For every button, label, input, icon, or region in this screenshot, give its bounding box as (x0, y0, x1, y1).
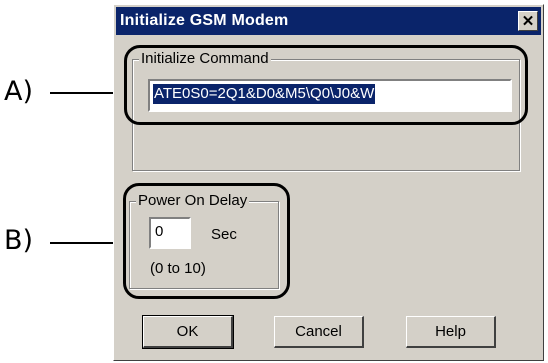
close-button[interactable]: ✕ (518, 11, 538, 31)
dialog-title: Initialize GSM Modem (120, 12, 289, 29)
cancel-button[interactable]: Cancel (274, 316, 364, 348)
title-bar[interactable]: Initialize GSM Modem ✕ (116, 7, 541, 35)
cancel-button-label: Cancel (295, 323, 342, 340)
ok-button-label: OK (176, 323, 199, 340)
help-button[interactable]: Help (406, 316, 496, 348)
help-button-label: Help (435, 323, 466, 340)
callout-b-label: B) (4, 225, 34, 256)
callout-b-highlight (123, 183, 290, 299)
ok-button[interactable]: OK (142, 315, 234, 349)
close-icon: ✕ (521, 13, 535, 30)
callout-a-label: A) (4, 76, 34, 107)
callout-a-highlight (124, 45, 528, 125)
